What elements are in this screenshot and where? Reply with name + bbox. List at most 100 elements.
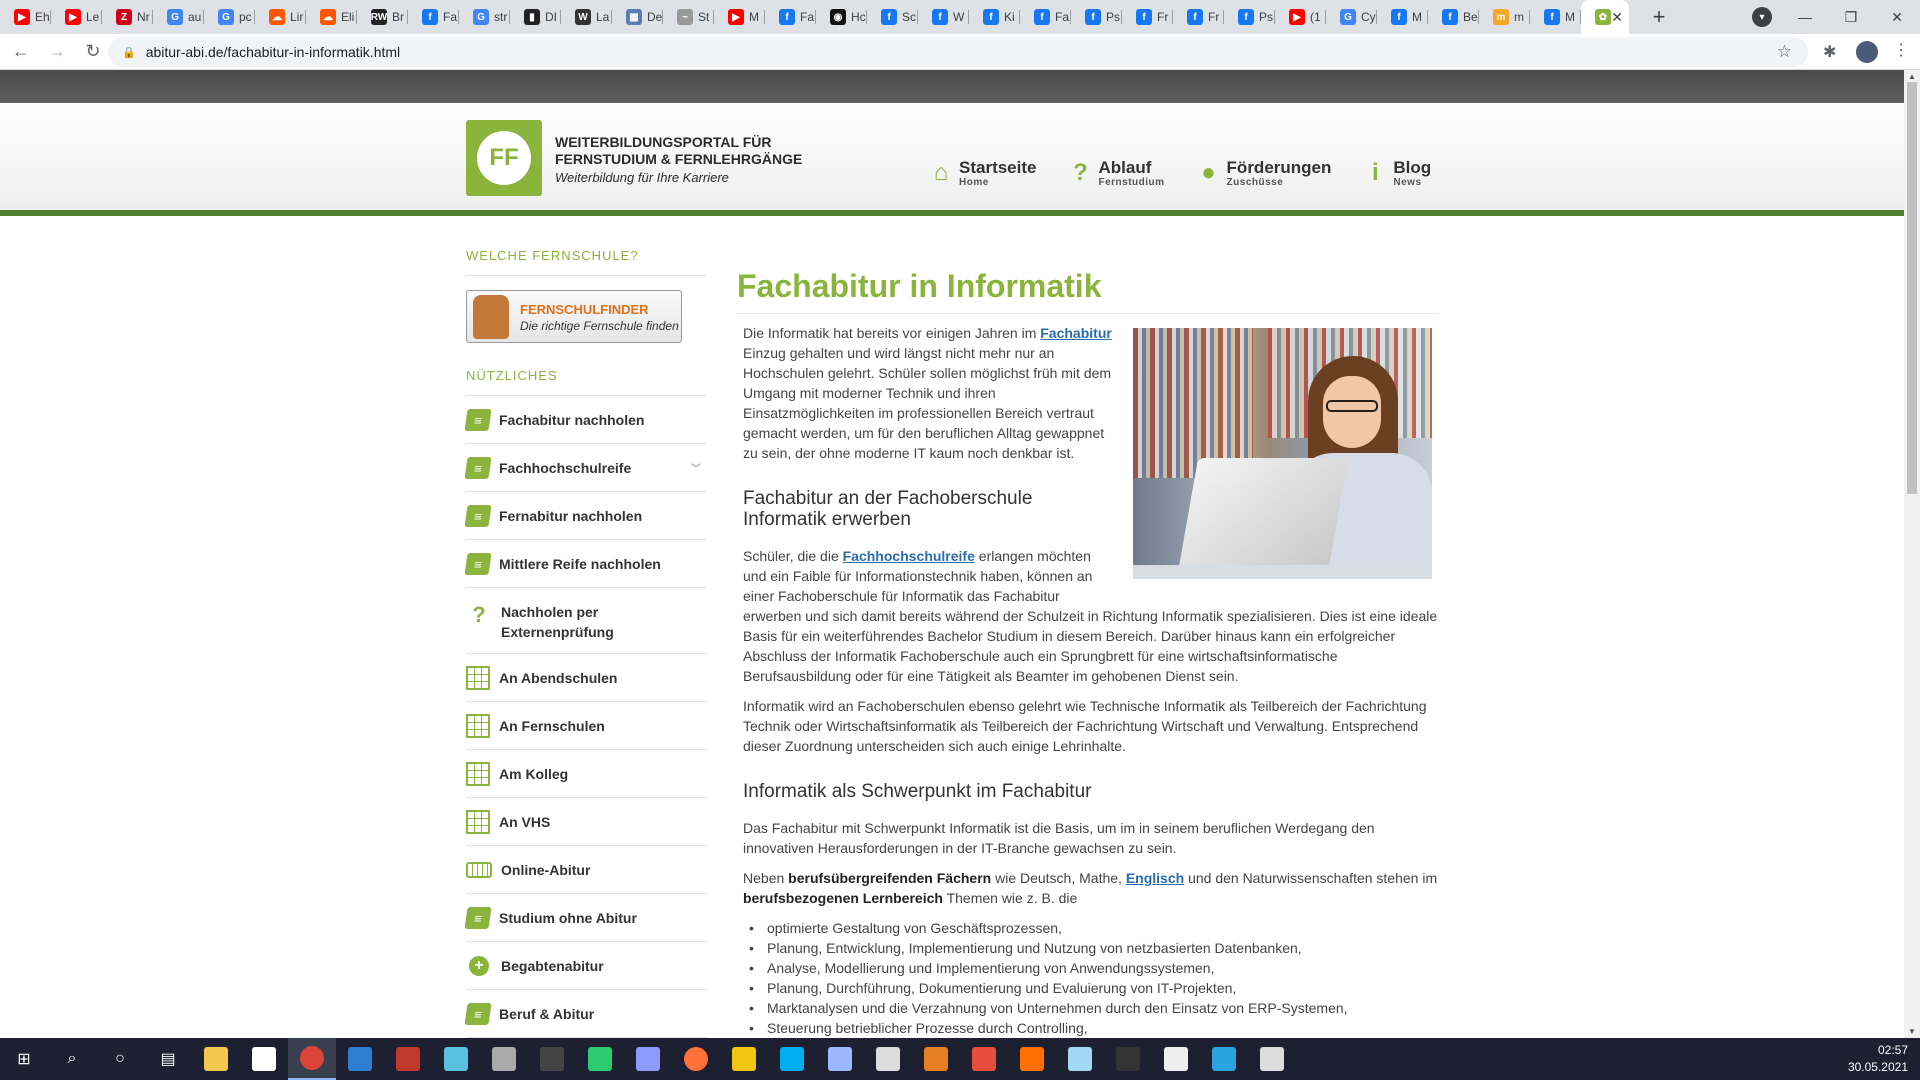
sidebar-item[interactable]: ≡ Fachhochschulreife ﹀ — [464, 444, 707, 492]
link-fachabitur[interactable]: Fachabitur — [1040, 325, 1112, 341]
taskbar-app-app-bubble-icon[interactable] — [1056, 1038, 1104, 1080]
browser-tab[interactable]: RW Br — [357, 0, 408, 34]
taskbar-app-app-blue-icon[interactable] — [336, 1038, 384, 1080]
browser-tab[interactable]: ▦ De — [612, 0, 663, 34]
taskbar-app-terminal-icon[interactable] — [1104, 1038, 1152, 1080]
sidebar-item[interactable]: ? Nachholen per Externenprüfung — [466, 588, 707, 654]
taskbar-app-notes-icon[interactable] — [1152, 1038, 1200, 1080]
browser-menu-icon[interactable]: ⋮ — [1893, 40, 1909, 60]
windows-start-icon[interactable]: ⊞ — [0, 1038, 48, 1080]
sidebar-item[interactable]: ≡ Fernabitur nachholen — [464, 492, 707, 540]
sidebar-item[interactable]: ≡ Mittlere Reife nachholen — [464, 540, 707, 588]
taskbar-app-chrome-icon[interactable] — [288, 1038, 336, 1080]
nav-item-zuschüsse[interactable]: ● Förderungen Zuschüsse — [1195, 159, 1331, 189]
browser-tab[interactable]: ▶ Le — [51, 0, 102, 34]
taskbar-app-app-arrow-icon[interactable] — [624, 1038, 672, 1080]
browser-tab[interactable]: mm — [1479, 0, 1530, 34]
cortana-icon[interactable]: ○ — [96, 1038, 144, 1080]
page-scrollbar[interactable]: ▲ ▼ — [1904, 70, 1920, 1038]
browser-tab[interactable]: ~ St — [663, 0, 714, 34]
browser-tab[interactable]: ▮ DI — [510, 0, 561, 34]
nav-item-fernstudium[interactable]: ? Ablauf Fernstudium — [1066, 159, 1164, 189]
scroll-up-icon[interactable]: ▲ — [1908, 72, 1916, 81]
browser-tab[interactable]: ☁ Lir — [255, 0, 306, 34]
forward-icon[interactable]: → — [42, 41, 72, 62]
lock-icon[interactable]: 🔒 — [122, 46, 136, 59]
taskbar-app-store-icon[interactable] — [240, 1038, 288, 1080]
address-bar[interactable]: 🔒 abitur-abi.de/fachabitur-in-informatik… — [108, 37, 1808, 67]
taskbar-app-voicemeeter-icon[interactable] — [384, 1038, 432, 1080]
browser-tab[interactable]: f Ps — [1224, 0, 1275, 34]
bookmark-star-icon[interactable]: ☆ — [1777, 42, 1792, 62]
browser-tab[interactable]: f Fa — [765, 0, 816, 34]
browser-tab[interactable]: fM — [1377, 0, 1428, 34]
profile-avatar[interactable] — [1856, 41, 1878, 63]
browser-tab[interactable]: f Fa — [408, 0, 459, 34]
chevron-down-icon[interactable]: ﹀ — [691, 460, 701, 475]
search-icon[interactable]: ⌕ — [48, 1038, 96, 1080]
browser-tab[interactable]: ◉ Hc — [816, 0, 867, 34]
browser-tab[interactable]: f Sc — [867, 0, 918, 34]
browser-tab[interactable]: ▶ (1 — [1275, 0, 1326, 34]
sidebar-item[interactable]: An Fernschulen — [466, 702, 707, 750]
tab-close-icon[interactable]: ✕ — [1611, 9, 1623, 26]
restore-icon[interactable]: ❐ — [1828, 9, 1874, 26]
back-icon[interactable]: ← — [6, 41, 36, 62]
browser-tab[interactable]: f Ps — [1071, 0, 1122, 34]
sidebar-item[interactable]: An Abendschulen — [466, 654, 707, 702]
taskbar-app-app-teal-icon[interactable] — [432, 1038, 480, 1080]
sidebar-item[interactable]: ≡ Studium ohne Abitur — [464, 894, 707, 942]
tab-search-icon[interactable]: ▾ — [1752, 7, 1772, 27]
browser-tab[interactable]: f Fr — [1173, 0, 1224, 34]
sidebar-item[interactable]: Am Kolleg — [466, 750, 707, 798]
taskbar-app-file-explorer-icon[interactable] — [192, 1038, 240, 1080]
system-clock[interactable]: 02:57 30.05.2021 — [1848, 1042, 1908, 1076]
sidebar-item[interactable]: ≡ Fachabitur nachholen — [464, 396, 707, 444]
nav-item-home[interactable]: ⌂ Startseite Home — [927, 159, 1037, 189]
taskbar-app-skype-icon[interactable] — [768, 1038, 816, 1080]
taskbar-app-app-globe-icon[interactable] — [480, 1038, 528, 1080]
close-window-icon[interactable]: ✕ — [1874, 9, 1920, 26]
taskbar-app-app-orange-icon[interactable] — [912, 1038, 960, 1080]
browser-tab[interactable]: G Cy — [1326, 0, 1377, 34]
taskbar-app-telegram-icon[interactable] — [1200, 1038, 1248, 1080]
browser-tab-active[interactable]: ✿ ✕ — [1581, 0, 1629, 34]
browser-tab[interactable]: f Fr — [1122, 0, 1173, 34]
brand-text[interactable]: WEITERBILDUNGSPORTAL FÜR FERNSTUDIUM & F… — [555, 134, 802, 185]
taskbar-app-app-grey-icon[interactable] — [864, 1038, 912, 1080]
browser-tab[interactable]: fM — [1530, 0, 1581, 34]
taskbar-app-app-red-icon[interactable] — [960, 1038, 1008, 1080]
sidebar-item[interactable]: ≡ Beruf & Abitur — [464, 990, 707, 1038]
scrollbar-thumb[interactable] — [1907, 82, 1917, 494]
fernschulfinder-banner[interactable]: FERNSCHULFINDER Die richtige Fernschule … — [466, 290, 682, 343]
taskbar-app-app-cube-icon[interactable] — [816, 1038, 864, 1080]
link-fachhochschulreife[interactable]: Fachhochschulreife — [843, 548, 975, 564]
browser-tab[interactable]: Z Nr — [102, 0, 153, 34]
browser-tab[interactable]: Gau — [153, 0, 204, 34]
taskbar-app-live-icon[interactable] — [528, 1038, 576, 1080]
task-view-icon[interactable]: ▤ — [144, 1038, 192, 1080]
sidebar-item[interactable]: + Begabtenabitur — [466, 942, 707, 990]
sidebar-item[interactable]: Online-Abitur — [466, 846, 707, 894]
browser-tab[interactable]: f Be — [1428, 0, 1479, 34]
taskbar-app-firefox-icon[interactable] — [672, 1038, 720, 1080]
browser-tab[interactable]: Gpc — [204, 0, 255, 34]
sidebar-item[interactable]: An VHS — [466, 798, 707, 846]
taskbar-app-app-green-icon[interactable] — [576, 1038, 624, 1080]
browser-tab[interactable]: ▶ Eh — [0, 0, 51, 34]
scroll-down-icon[interactable]: ▼ — [1908, 1027, 1916, 1036]
taskbar-app-app-ring-icon[interactable] — [1008, 1038, 1056, 1080]
taskbar-app-app-window-icon[interactable] — [1248, 1038, 1296, 1080]
extensions-icon[interactable]: ✱ — [1823, 42, 1836, 62]
new-tab-icon[interactable]: + — [1645, 4, 1673, 30]
browser-tab[interactable]: Gstr — [459, 0, 510, 34]
reload-icon[interactable]: ↻ — [78, 41, 108, 62]
taskbar-app-pen-icon[interactable] — [720, 1038, 768, 1080]
browser-tab[interactable]: f Ki — [969, 0, 1020, 34]
browser-tab[interactable]: fW — [918, 0, 969, 34]
minimize-icon[interactable]: — — [1782, 9, 1828, 25]
nav-item-news[interactable]: i Blog News — [1361, 159, 1431, 189]
browser-tab[interactable]: f Fa — [1020, 0, 1071, 34]
link-englisch[interactable]: Englisch — [1126, 870, 1184, 886]
browser-tab[interactable]: ▶ M — [714, 0, 765, 34]
